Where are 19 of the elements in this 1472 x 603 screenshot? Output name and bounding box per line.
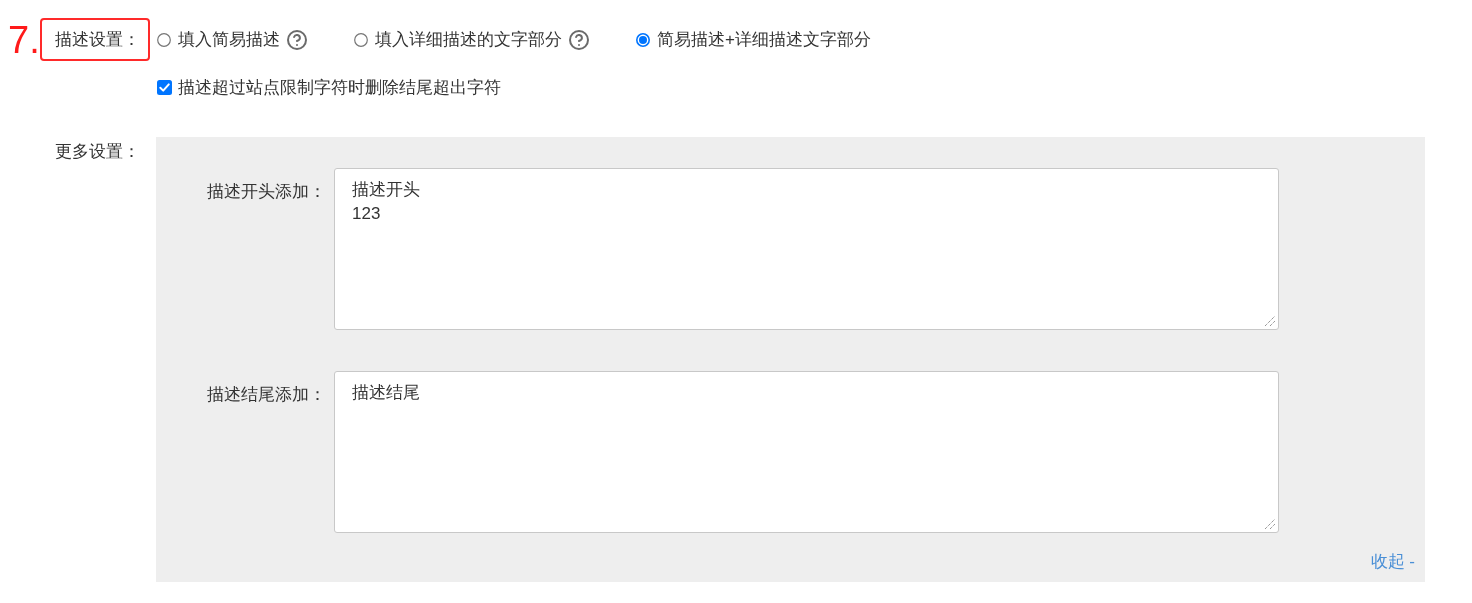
field-label: 描述结尾添加： (207, 383, 326, 406)
help-icon[interactable] (287, 29, 307, 50)
field-label: 描述开头添加： (207, 180, 326, 203)
radio-button[interactable] (354, 32, 368, 47)
resize-grip-icon[interactable] (1264, 517, 1276, 530)
step-number: 7. (8, 20, 40, 59)
radio-button[interactable] (636, 32, 650, 47)
option-label[interactable]: 填入详细描述的文字部分 (375, 26, 562, 53)
field-label: 描述设置： (55, 28, 140, 51)
radio-button[interactable] (157, 32, 171, 47)
section-label: 更多设置： (55, 140, 140, 163)
help-icon[interactable] (569, 29, 589, 50)
resize-grip-icon[interactable] (1264, 314, 1276, 327)
textarea-field[interactable]: 描述结尾 (334, 370, 1279, 533)
textarea-field[interactable]: 描述开头 123 (334, 167, 1279, 330)
option-label[interactable]: 简易描述+详细描述文字部分 (657, 26, 871, 53)
option-label[interactable]: 填入简易描述 (178, 26, 280, 53)
checkbox[interactable] (157, 80, 172, 96)
checkbox-label[interactable]: 描述超过站点限制字符时删除结尾超出字符 (178, 75, 501, 101)
